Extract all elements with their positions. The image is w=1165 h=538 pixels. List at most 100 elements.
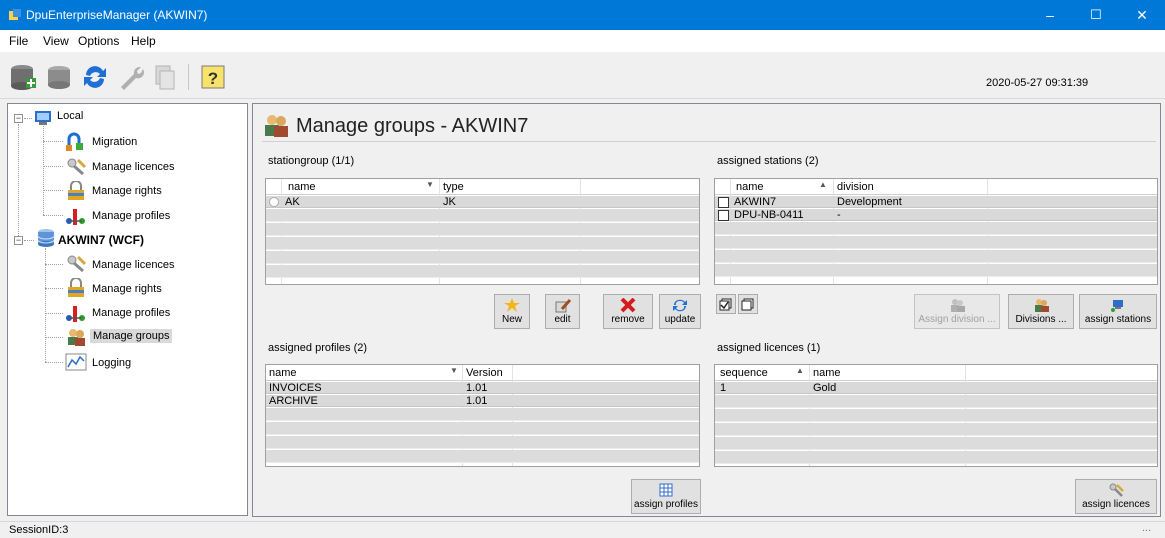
edit-button[interactable]: edit	[545, 294, 580, 329]
tree-connector	[24, 240, 34, 241]
update-button[interactable]: update	[659, 294, 701, 329]
profile-icon	[66, 209, 85, 225]
database-icon[interactable]	[44, 62, 74, 92]
menu-view[interactable]: View	[43, 34, 69, 48]
cell-version: 1.01	[466, 382, 488, 394]
assign-division-label: Assign division ...	[918, 314, 996, 325]
check-all-button[interactable]	[716, 294, 736, 314]
grid-header	[715, 365, 1157, 381]
empty-row	[715, 222, 1157, 235]
column-header-version[interactable]: Version	[466, 367, 503, 379]
remove-label: remove	[611, 314, 645, 325]
refresh-icon	[673, 299, 687, 312]
copy-icon[interactable]	[150, 62, 180, 92]
column-header-sequence[interactable]: sequence	[720, 367, 768, 379]
table-row[interactable]	[266, 196, 699, 208]
tree-item-local-profiles[interactable]: Manage profiles	[92, 210, 170, 222]
close-button[interactable]: ✕	[1119, 0, 1165, 30]
table-row[interactable]	[715, 196, 1157, 208]
assigned-licences-grid[interactable]: sequence ▲ name 1 Gold	[714, 364, 1158, 467]
tree-item-local-rights[interactable]: Manage rights	[92, 185, 162, 197]
tree-item-server-groups[interactable]: Manage groups	[90, 329, 173, 343]
assign-stations-button[interactable]: assign stations	[1079, 294, 1157, 329]
tree-connector	[43, 190, 63, 191]
toolbar-separator	[188, 64, 189, 90]
tree-item-migration[interactable]: Migration	[92, 136, 137, 148]
column-header-division[interactable]: division	[837, 181, 874, 193]
pencil-icon	[555, 299, 571, 313]
assign-licences-button[interactable]: assign licences	[1075, 479, 1157, 514]
menu-options[interactable]: Options	[78, 34, 119, 48]
stationgroup-grid[interactable]: name ▼ type AK JK	[265, 178, 700, 285]
lock-icon	[68, 181, 84, 200]
divisions-label: Divisions ...	[1015, 314, 1067, 325]
tree-item-server-profiles[interactable]: Manage profiles	[92, 307, 170, 319]
table-row[interactable]	[715, 382, 1157, 394]
empty-row	[266, 251, 699, 264]
row-checkbox[interactable]	[718, 197, 729, 208]
assign-profiles-label: assign profiles	[634, 499, 698, 510]
window-title: DpuEnterpriseManager (AKWIN7)	[26, 8, 208, 22]
svg-text:?: ?	[208, 69, 218, 88]
empty-row	[715, 264, 1157, 277]
refresh-icon[interactable]	[80, 62, 110, 92]
grid-header	[715, 179, 1157, 195]
key-icon	[67, 255, 87, 273]
tree-item-server-rights[interactable]: Manage rights	[92, 283, 162, 295]
key-icon	[67, 158, 87, 176]
users-icon	[1035, 299, 1049, 312]
column-header-type[interactable]: type	[443, 181, 464, 193]
menu-bar: File View Options Help	[0, 30, 1165, 52]
remove-button[interactable]: remove	[603, 294, 653, 329]
tree-item-local[interactable]: Local	[57, 110, 83, 122]
empty-row	[266, 436, 699, 449]
delete-icon	[620, 298, 636, 313]
cell-name: Gold	[813, 382, 837, 394]
collapse-local-toggle[interactable]: −	[14, 114, 23, 123]
migration-icon	[66, 132, 83, 151]
assign-profiles-button[interactable]: assign profiles	[631, 479, 701, 514]
tree-item-server-licences[interactable]: Manage licences	[92, 259, 175, 271]
update-label: update	[664, 314, 696, 325]
wrench-icon[interactable]	[116, 62, 146, 92]
cell-name: ARCHIVE	[269, 395, 318, 407]
tree-connector	[45, 288, 63, 289]
row-checkbox[interactable]	[718, 210, 729, 221]
menu-help[interactable]: Help	[131, 34, 156, 48]
minimize-button[interactable]: –	[1027, 0, 1073, 30]
maximize-button[interactable]: ☐	[1073, 0, 1119, 30]
cell-name: AKWIN7	[734, 196, 777, 208]
empty-row	[715, 423, 1157, 436]
empty-row	[266, 422, 699, 435]
stationgroup-label: stationgroup (1/1)	[268, 155, 355, 167]
uncheck-all-button[interactable]	[738, 294, 758, 314]
server-icon	[37, 229, 55, 247]
computer-icon	[35, 111, 51, 125]
grid-icon	[659, 483, 673, 497]
assigned-profiles-grid[interactable]: name ▼ Version INVOICES 1.01 ARCHIVE 1.0…	[265, 364, 700, 467]
assigned-stations-grid[interactable]: name ▲ division AKWIN7 Development DPU-N…	[714, 178, 1158, 285]
assign-division-button[interactable]: Assign division ...	[914, 294, 1000, 329]
column-header-name[interactable]: name	[736, 181, 764, 193]
divisions-button[interactable]: Divisions ...	[1008, 294, 1074, 329]
column-header-name[interactable]: name	[813, 367, 841, 379]
tree-item-server[interactable]: AKWIN7 (WCF)	[58, 233, 144, 247]
cell-name: DPU-NB-0411	[734, 209, 804, 221]
column-header-name[interactable]: name	[269, 367, 297, 379]
tree-item-local-licences[interactable]: Manage licences	[92, 161, 175, 173]
status-overflow: ...	[1142, 522, 1152, 534]
cell-name: AK	[285, 196, 300, 208]
row-radio[interactable]	[269, 197, 279, 207]
column-header-name[interactable]: name	[288, 181, 316, 193]
collapse-server-toggle[interactable]: −	[14, 236, 23, 245]
help-icon[interactable]: ?	[198, 62, 228, 92]
assigned-stations-label: assigned stations (2)	[717, 155, 819, 167]
sort-desc-icon: ▼	[426, 180, 434, 189]
navigation-tree: − Local Migration Manage licences Manage…	[7, 103, 248, 516]
tree-item-logging[interactable]: Logging	[92, 357, 131, 369]
new-button[interactable]: New	[494, 294, 530, 329]
database-add-icon[interactable]	[8, 62, 38, 92]
menu-file[interactable]: File	[9, 34, 28, 48]
new-label: New	[501, 314, 522, 325]
cell-name: INVOICES	[269, 382, 322, 394]
